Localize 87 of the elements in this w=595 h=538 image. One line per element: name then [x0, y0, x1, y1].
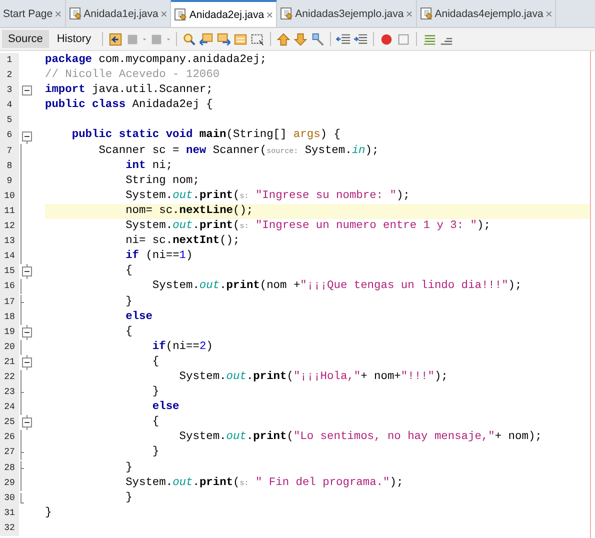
- line-number: 1: [0, 53, 19, 68]
- select-icon[interactable]: [250, 32, 266, 46]
- code-line: }: [124, 460, 134, 476]
- code-line: }: [124, 490, 134, 506]
- code-line: }: [151, 385, 160, 400]
- view-tab[interactable]: Source: [2, 30, 49, 48]
- code-line: public static void main(String[] args) {: [70, 128, 342, 144]
- stop-icon[interactable]: [396, 32, 412, 46]
- code-line: {: [151, 354, 160, 370]
- line-number: 17: [0, 294, 19, 310]
- line-number: 15: [0, 264, 19, 280]
- line-number: 4: [0, 98, 19, 114]
- line-number: 6: [0, 128, 19, 144]
- line-number: 25: [0, 415, 19, 430]
- line-number: 21: [0, 354, 19, 370]
- line-number: 3: [0, 83, 19, 98]
- line-number: 28: [0, 460, 19, 476]
- line-number: 16: [0, 279, 19, 294]
- line-number: 27: [0, 445, 19, 461]
- line-number: 29: [0, 476, 19, 491]
- line-number: 12: [0, 219, 19, 234]
- code-line: ni= sc.nextInt();: [124, 234, 241, 250]
- editor-tab[interactable]: Start Page ×: [0, 0, 66, 27]
- close-icon[interactable]: ×: [266, 8, 274, 22]
- line-number: 23: [0, 385, 19, 400]
- fold-toggle-icon[interactable]: [20, 324, 34, 340]
- code-line: String nom;: [124, 174, 200, 189]
- line-number: 18: [0, 310, 19, 325]
- line-number: 19: [0, 324, 19, 340]
- find-next-icon[interactable]: [216, 32, 232, 46]
- code-line: package com.mycompany.anidada2ej;: [45, 53, 268, 68]
- last-edit-icon[interactable]: [108, 32, 124, 46]
- line-number: 2: [0, 68, 19, 84]
- editor-tab[interactable]: Anidadas3ejemplo.java ×: [277, 0, 417, 27]
- code-editor[interactable]: [0, 51, 591, 538]
- code-line: if (ni==1): [124, 249, 194, 264]
- code-line: {: [151, 415, 160, 430]
- fold-toggle-icon[interactable]: [20, 83, 34, 98]
- close-icon[interactable]: ×: [54, 6, 62, 20]
- code-line: }: [124, 294, 134, 310]
- code-line: {: [124, 324, 134, 340]
- code-line: }: [45, 506, 53, 521]
- code-line: import java.util.Scanner;: [45, 83, 214, 98]
- close-icon[interactable]: ×: [160, 6, 168, 20]
- fold-toggle-icon[interactable]: [20, 415, 34, 430]
- line-number: 26: [0, 430, 19, 446]
- code-line: if(ni==2): [151, 340, 214, 355]
- code-line: // Nicolle Acevedo - 12060: [45, 68, 221, 84]
- close-icon[interactable]: ×: [545, 6, 552, 20]
- line-number: 7: [0, 144, 19, 159]
- line-number: 24: [0, 400, 19, 416]
- line-number: 31: [0, 506, 19, 521]
- unindent-icon[interactable]: [336, 32, 352, 46]
- record-icon[interactable]: [379, 32, 394, 46]
- line-number: 20: [0, 340, 19, 355]
- line-number: 30: [0, 490, 19, 506]
- code-line: public class Anidada2ej {: [45, 98, 214, 114]
- code-line: System.out.print("Lo sentimos, no hay mensaje,"+ nom);: [178, 430, 543, 446]
- highlight-icon[interactable]: [233, 32, 248, 46]
- fold-toggle-icon[interactable]: [20, 128, 34, 144]
- close-icon[interactable]: ×: [406, 6, 413, 20]
- line-number: 32: [0, 520, 19, 536]
- code-line: }: [151, 445, 160, 460]
- code-line: {: [124, 264, 134, 280]
- find-previous-icon[interactable]: [199, 32, 214, 46]
- fold-toggle-icon[interactable]: [20, 354, 34, 370]
- line-number: 9: [0, 174, 19, 189]
- line-number: 14: [0, 249, 19, 264]
- shift-down-icon[interactable]: [293, 32, 308, 46]
- line-number: 11: [0, 204, 19, 220]
- code-line: System.out.print("¡¡¡Hola,"+ nom+"!!!");: [178, 370, 449, 385]
- search-icon[interactable]: [182, 32, 198, 46]
- code-line: System.out.print(nom +"¡¡¡Que tengas un lindo dia!!!");: [151, 279, 523, 294]
- view-tab[interactable]: History: [50, 30, 98, 48]
- shift-up-icon[interactable]: [276, 32, 292, 46]
- line-number: 22: [0, 370, 19, 386]
- fold-toggle-icon[interactable]: [20, 264, 34, 280]
- line-number: 13: [0, 234, 19, 250]
- code-line: else: [151, 400, 180, 416]
- editor-tab[interactable]: Anidada2ej.java ×: [171, 0, 278, 27]
- code-line: int ni;: [124, 158, 174, 174]
- editor-tab[interactable]: Anidadas4ejemplo.java ×: [416, 0, 556, 27]
- code-line: else: [124, 310, 154, 325]
- indent-icon[interactable]: [353, 32, 368, 46]
- line-number: 5: [0, 113, 19, 128]
- line-number: 8: [0, 158, 19, 174]
- line-number: 10: [0, 188, 19, 204]
